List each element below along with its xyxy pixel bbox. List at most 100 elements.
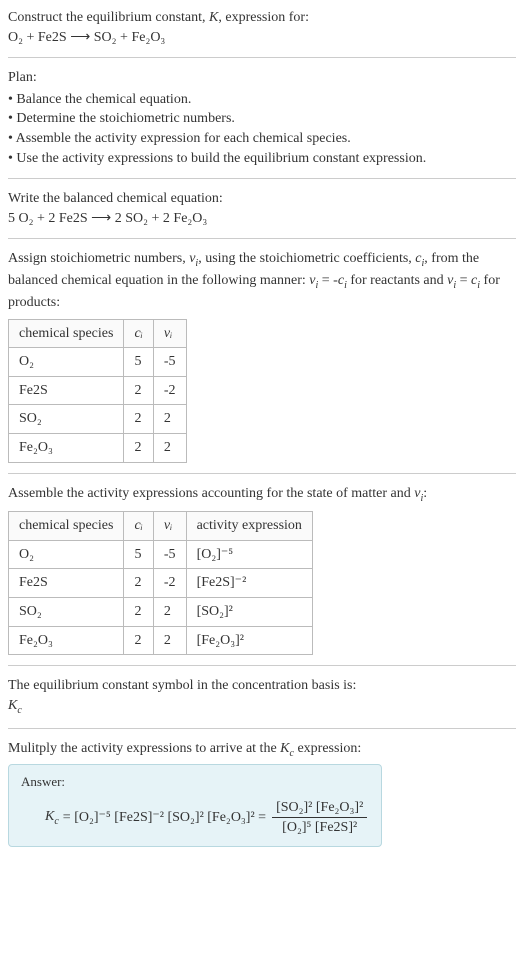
intro-eq-lhs: O₂ + Fe2S bbox=[8, 30, 67, 45]
table-header: νᵢ bbox=[153, 512, 186, 541]
table-cell: -2 bbox=[153, 569, 186, 598]
table-header: νᵢ bbox=[153, 319, 186, 348]
table-cell: [Fe2S]⁻² bbox=[186, 569, 312, 598]
intro-eq-rhs: SO₂ + Fe₂O₃ bbox=[94, 30, 166, 45]
table-row: Fe2S2-2 bbox=[9, 376, 187, 405]
table-cell: 2 bbox=[124, 405, 153, 434]
table-header: chemical species bbox=[9, 319, 124, 348]
activity-table: chemical species cᵢ νᵢ activity expressi… bbox=[8, 511, 313, 655]
activity-text: : bbox=[423, 486, 427, 501]
stoich-text: , using the stoichiometric coefficients, bbox=[198, 251, 415, 266]
table-cell: Fe2S bbox=[9, 376, 124, 405]
table-cell: SO₂ bbox=[9, 598, 124, 627]
activity-section: Assemble the activity expressions accoun… bbox=[8, 484, 516, 656]
table-cell: 2 bbox=[124, 598, 153, 627]
table-row: O₂5-5 bbox=[9, 348, 187, 377]
balanced-section: Write the balanced chemical equation: 5 … bbox=[8, 189, 516, 228]
table-header-row: chemical species cᵢ νᵢ bbox=[9, 319, 187, 348]
divider bbox=[8, 57, 516, 58]
frac-numerator: [SO₂]² [Fe₂O₃]² bbox=[272, 798, 367, 819]
answer-label: Answer: bbox=[21, 773, 369, 791]
table-cell: Fe₂O₃ bbox=[9, 433, 124, 462]
table-row: Fe₂O₃22 bbox=[9, 433, 187, 462]
divider bbox=[8, 728, 516, 729]
table-cell: 2 bbox=[124, 376, 153, 405]
table-cell: Fe₂O₃ bbox=[9, 626, 124, 655]
intro-eq-arrow: ⟶ bbox=[67, 30, 94, 45]
table-header-row: chemical species cᵢ νᵢ activity expressi… bbox=[9, 512, 313, 541]
activity-text: Assemble the activity expressions accoun… bbox=[8, 486, 414, 501]
table-cell: -2 bbox=[153, 376, 186, 405]
balanced-equation: 5 O₂ + 2 Fe2S ⟶ 2 SO₂ + 2 Fe₂O₃ bbox=[8, 209, 516, 229]
plan-item: Determine the stoichiometric numbers. bbox=[8, 109, 516, 129]
frac-denominator: [O₂]⁵ [Fe2S]² bbox=[272, 818, 367, 838]
divider bbox=[8, 473, 516, 474]
eq-symbol-section: The equilibrium constant symbol in the c… bbox=[8, 676, 516, 717]
kc-sub: c bbox=[54, 816, 58, 827]
table-cell: 5 bbox=[124, 348, 153, 377]
intro-section: Construct the equilibrium constant, K, e… bbox=[8, 8, 516, 47]
table-cell: Fe2S bbox=[9, 569, 124, 598]
table-cell: 5 bbox=[124, 540, 153, 569]
rel-eq: = bbox=[456, 273, 471, 288]
divider bbox=[8, 665, 516, 666]
table-cell: 2 bbox=[124, 433, 153, 462]
stoich-intro: Assign stoichiometric numbers, νi, using… bbox=[8, 249, 516, 312]
table-cell: SO₂ bbox=[9, 405, 124, 434]
rel-eq: = - bbox=[318, 273, 338, 288]
table-cell: 2 bbox=[153, 626, 186, 655]
kc-k: K bbox=[8, 698, 17, 713]
table-header: cᵢ bbox=[124, 512, 153, 541]
table-header: chemical species bbox=[9, 512, 124, 541]
divider bbox=[8, 178, 516, 179]
table-cell: -5 bbox=[153, 540, 186, 569]
stoich-text: for reactants and bbox=[347, 273, 447, 288]
table-cell: 2 bbox=[153, 405, 186, 434]
table-cell: -5 bbox=[153, 348, 186, 377]
table-cell: [O₂]⁻⁵ bbox=[186, 540, 312, 569]
activity-intro: Assemble the activity expressions accoun… bbox=[8, 484, 516, 506]
kc-k: K bbox=[45, 809, 54, 824]
plan-item: Balance the chemical equation. bbox=[8, 90, 516, 110]
table-cell: 2 bbox=[124, 626, 153, 655]
intro-text1b: , expression for: bbox=[218, 10, 309, 25]
multiply-text1: Mulitply the activity expressions to arr… bbox=[8, 741, 280, 756]
plan-section: Plan: Balance the chemical equation. Det… bbox=[8, 68, 516, 168]
kc-fraction: [SO₂]² [Fe₂O₃]² [O₂]⁵ [Fe2S]² bbox=[272, 798, 367, 838]
intro-equation: O₂ + Fe2S ⟶ SO₂ + Fe₂O₃ bbox=[8, 30, 165, 45]
plan-title: Plan: bbox=[8, 68, 516, 88]
plan-item: Assemble the activity expression for eac… bbox=[8, 129, 516, 149]
table-row: O₂5-5[O₂]⁻⁵ bbox=[9, 540, 313, 569]
kc-sub: c bbox=[17, 705, 21, 716]
balanced-title: Write the balanced chemical equation: bbox=[8, 189, 516, 209]
table-row: SO₂22 bbox=[9, 405, 187, 434]
table-row: SO₂22[SO₂]² bbox=[9, 598, 313, 627]
stoich-section: Assign stoichiometric numbers, νi, using… bbox=[8, 249, 516, 462]
plan-list: Balance the chemical equation. Determine… bbox=[8, 90, 516, 168]
table-cell: [Fe₂O₃]² bbox=[186, 626, 312, 655]
table-header: cᵢ bbox=[124, 319, 153, 348]
table-header: activity expression bbox=[186, 512, 312, 541]
kc-eq: = [O₂]⁻⁵ [Fe2S]⁻² [SO₂]² [Fe₂O₃]² = bbox=[63, 808, 266, 828]
eq-symbol-text: The equilibrium constant symbol in the c… bbox=[8, 676, 516, 696]
table-cell: 2 bbox=[124, 569, 153, 598]
table-cell: O₂ bbox=[9, 540, 124, 569]
intro-k: K bbox=[209, 10, 218, 25]
divider bbox=[8, 238, 516, 239]
kc-symbol: Kc bbox=[8, 696, 516, 718]
stoich-table: chemical species cᵢ νᵢ O₂5-5 Fe2S2-2 SO₂… bbox=[8, 319, 187, 463]
stoich-text: Assign stoichiometric numbers, bbox=[8, 251, 189, 266]
intro-text1: Construct the equilibrium constant, bbox=[8, 10, 209, 25]
kc-lhs: Kc bbox=[45, 807, 59, 829]
table-cell: [SO₂]² bbox=[186, 598, 312, 627]
table-cell: 2 bbox=[153, 433, 186, 462]
answer-formula: Kc = [O₂]⁻⁵ [Fe2S]⁻² [SO₂]² [Fe₂O₃]² = [… bbox=[21, 798, 369, 838]
table-cell: O₂ bbox=[9, 348, 124, 377]
multiply-text: Mulitply the activity expressions to arr… bbox=[8, 739, 516, 761]
multiply-section: Mulitply the activity expressions to arr… bbox=[8, 739, 516, 847]
answer-box: Answer: Kc = [O₂]⁻⁵ [Fe2S]⁻² [SO₂]² [Fe₂… bbox=[8, 764, 382, 846]
kc-k: K bbox=[280, 741, 289, 756]
table-row: Fe₂O₃22[Fe₂O₃]² bbox=[9, 626, 313, 655]
table-cell: 2 bbox=[153, 598, 186, 627]
multiply-text2: expression: bbox=[294, 741, 361, 756]
